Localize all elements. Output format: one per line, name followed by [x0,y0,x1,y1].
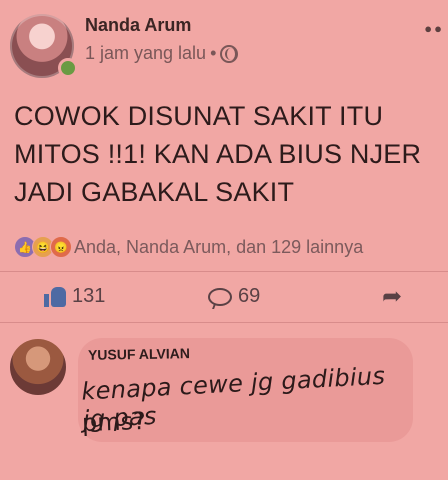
commenter-avatar[interactable] [10,339,66,395]
comment-bubble-icon [208,287,232,306]
author-name[interactable]: Nanda Arum [85,15,191,36]
comment-text-line-2: pms? [81,406,147,438]
like-button[interactable]: 131 [44,285,105,308]
share-arrow-icon: ➦ [382,283,403,310]
comment-author[interactable]: YUSUF ALVIAN [88,345,190,363]
like-count: 131 [72,285,106,307]
reactions-text: Anda, Nanda Arum, dan 129 lainnya [74,236,364,257]
post-meta: 1 jam yang lalu • [85,43,239,64]
comment-bubble[interactable]: YUSUF ALVIAN kenapa cewe jg gadibius jg … [78,338,413,442]
more-options-icon[interactable]: ●● [424,21,444,36]
post-text: COWOK DISUNAT SAKIT ITU MITOS !!1! KAN A… [14,101,422,207]
angry-reaction-icon: 😠 [50,236,72,258]
thumbs-up-icon [44,286,66,307]
reaction-icons: 👍 😆 😠 [14,236,72,258]
divider-bottom [0,322,448,323]
comment-item: YUSUF ALVIAN kenapa cewe jg gadibius jg … [0,330,448,480]
action-bar: 131 69 ➦ [0,278,448,318]
online-status-dot [58,58,78,78]
comment-button[interactable]: 69 [208,285,260,308]
divider-top [0,271,448,272]
reactions-summary[interactable]: 👍 😆 😠 Anda, Nanda Arum, dan 129 lainnya [14,236,363,258]
share-button[interactable]: ➦ [382,285,402,309]
post-time[interactable]: 1 jam yang lalu [85,43,206,64]
meta-separator: • [210,43,217,63]
comment-count: 69 [238,285,261,307]
globe-icon [220,44,239,63]
